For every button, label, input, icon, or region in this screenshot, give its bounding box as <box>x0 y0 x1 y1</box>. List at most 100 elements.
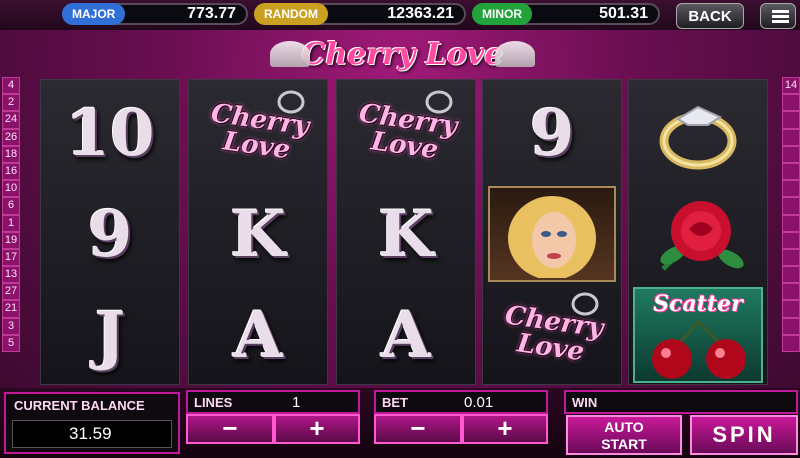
balance-display: 31.59 <box>12 420 172 448</box>
card-rank: 9 <box>529 95 575 171</box>
payline-indicator[interactable]: 17 <box>2 248 20 267</box>
back-button[interactable]: BACK <box>676 3 744 29</box>
scatter-label: Scatter <box>653 291 743 317</box>
payline-indicator[interactable]: 19 <box>2 231 20 249</box>
auto-start-button[interactable]: AUTO START <box>566 415 682 455</box>
reel-2: Cherry Love K A <box>188 79 328 385</box>
right-wing-icon <box>495 41 535 67</box>
top-bar: MAJOR 773.77 RANDOM 12363.21 MINOR 501.3… <box>0 0 800 30</box>
bet-decrease-button[interactable]: − <box>374 414 462 444</box>
paylines-right: 14 <box>782 77 800 352</box>
payline-indicator[interactable] <box>782 266 800 284</box>
payline-indicator[interactable]: 21 <box>2 300 20 318</box>
payline-indicator[interactable]: 4 <box>2 77 20 95</box>
card-rank: K <box>378 196 434 272</box>
diamond-ring-icon <box>659 105 737 170</box>
jackpot-minor-label: MINOR <box>472 3 532 25</box>
payline-indicator[interactable] <box>782 197 800 215</box>
symbol-10: 10 <box>41 82 179 184</box>
hamburger-menu-icon[interactable] <box>760 3 796 29</box>
win-label: WIN <box>572 395 598 410</box>
card-rank: A <box>381 297 431 373</box>
bet-value: 0.01 <box>464 394 494 411</box>
card-rank: K <box>230 196 286 272</box>
payline-indicator[interactable] <box>782 162 800 181</box>
symbol-j: J <box>41 284 179 386</box>
reel-4: 9 Cherry Love <box>482 79 622 385</box>
payline-indicator[interactable] <box>782 317 800 335</box>
bet-increase-button[interactable]: + <box>462 414 548 444</box>
woman-portrait-icon <box>488 186 616 282</box>
payline-indicator[interactable]: 2 <box>2 94 20 112</box>
payline-indicator[interactable]: 5 <box>2 334 20 352</box>
cherry-love-symbol-text: Cherry Love <box>502 300 605 368</box>
payline-indicator[interactable] <box>782 111 800 129</box>
payline-indicator[interactable] <box>782 248 800 267</box>
cherry-love-symbol-text: Cherry Love <box>208 98 311 166</box>
payline-indicator[interactable]: 1 <box>2 214 20 232</box>
card-rank: A <box>233 297 283 373</box>
card-rank: 9 <box>87 196 133 272</box>
payline-indicator[interactable] <box>782 94 800 112</box>
payline-indicator[interactable] <box>782 300 800 318</box>
payline-indicator[interactable] <box>782 145 800 163</box>
reel-1: 10 9 J <box>40 79 180 385</box>
jackpot-major-label: MAJOR <box>62 3 126 25</box>
scatter-frame: Scatter <box>633 287 763 383</box>
jackpot-major-value: 773.77 <box>187 5 236 22</box>
payline-indicator[interactable] <box>782 128 800 146</box>
payline-indicator[interactable] <box>782 214 800 232</box>
lines-label: LINES <box>194 395 233 410</box>
payline-indicator[interactable] <box>782 180 800 198</box>
card-rank: J <box>94 297 126 373</box>
symbol-scatter: Scatter <box>629 284 767 386</box>
payline-indicator[interactable]: 6 <box>2 197 20 215</box>
game-title: Cherry Love <box>301 37 504 72</box>
lines-panel: LINES 1 <box>186 390 360 414</box>
jackpot-random-value: 12363.21 <box>387 5 454 22</box>
payline-indicator[interactable]: 18 <box>2 145 20 163</box>
rose-icon <box>660 201 744 271</box>
symbol-cherry-love-logo: Cherry Love <box>337 82 475 184</box>
symbol-9: 9 <box>41 183 179 285</box>
payline-indicator[interactable]: 26 <box>2 128 20 146</box>
cherries-icon <box>652 320 746 379</box>
payline-indicator[interactable] <box>782 283 800 301</box>
payline-indicator[interactable]: 14 <box>782 77 800 95</box>
bet-label: BET <box>382 395 408 410</box>
spin-button[interactable]: SPIN <box>690 415 798 455</box>
lines-value: 1 <box>292 394 301 411</box>
symbol-a: A <box>189 284 327 386</box>
payline-indicator[interactable]: 10 <box>2 180 20 198</box>
payline-indicator[interactable]: 13 <box>2 266 20 284</box>
payline-indicator[interactable]: 16 <box>2 162 20 181</box>
reel-5: Scatter <box>628 79 768 385</box>
cherry-love-symbol-text: Cherry Love <box>356 98 459 166</box>
symbol-cherry-love-logo: Cherry Love <box>189 82 327 184</box>
paylines-left: 4 2 24 26 18 16 10 6 1 19 17 13 27 21 3 … <box>2 77 20 352</box>
symbol-k: K <box>189 183 327 285</box>
symbol-portrait <box>483 183 621 285</box>
payline-indicator[interactable] <box>782 231 800 249</box>
jackpot-major: MAJOR 773.77 <box>62 3 248 25</box>
payline-indicator[interactable]: 27 <box>2 283 20 301</box>
jackpot-random-label: RANDOM <box>254 3 328 25</box>
lines-decrease-button[interactable]: − <box>186 414 274 444</box>
reel-3: Cherry Love K A <box>336 79 476 385</box>
payline-indicator[interactable]: 24 <box>2 111 20 129</box>
symbol-rose <box>629 183 767 285</box>
symbol-9: 9 <box>483 82 621 184</box>
symbol-ring <box>629 82 767 184</box>
jackpot-minor-value: 501.31 <box>599 5 648 22</box>
payline-indicator[interactable] <box>782 334 800 352</box>
win-panel: WIN <box>564 390 798 414</box>
auto-start-line2: START <box>601 436 647 452</box>
symbol-a: A <box>337 284 475 386</box>
lines-increase-button[interactable]: + <box>274 414 360 444</box>
payline-indicator[interactable]: 3 <box>2 317 20 335</box>
balance-value: 31.59 <box>69 424 112 443</box>
balance-label: CURRENT BALANCE <box>14 398 145 413</box>
balance-panel: CURRENT BALANCE 31.59 <box>4 392 180 454</box>
control-bar: CURRENT BALANCE 31.59 LINES 1 − + BET 0.… <box>0 388 800 458</box>
symbol-k: K <box>337 183 475 285</box>
